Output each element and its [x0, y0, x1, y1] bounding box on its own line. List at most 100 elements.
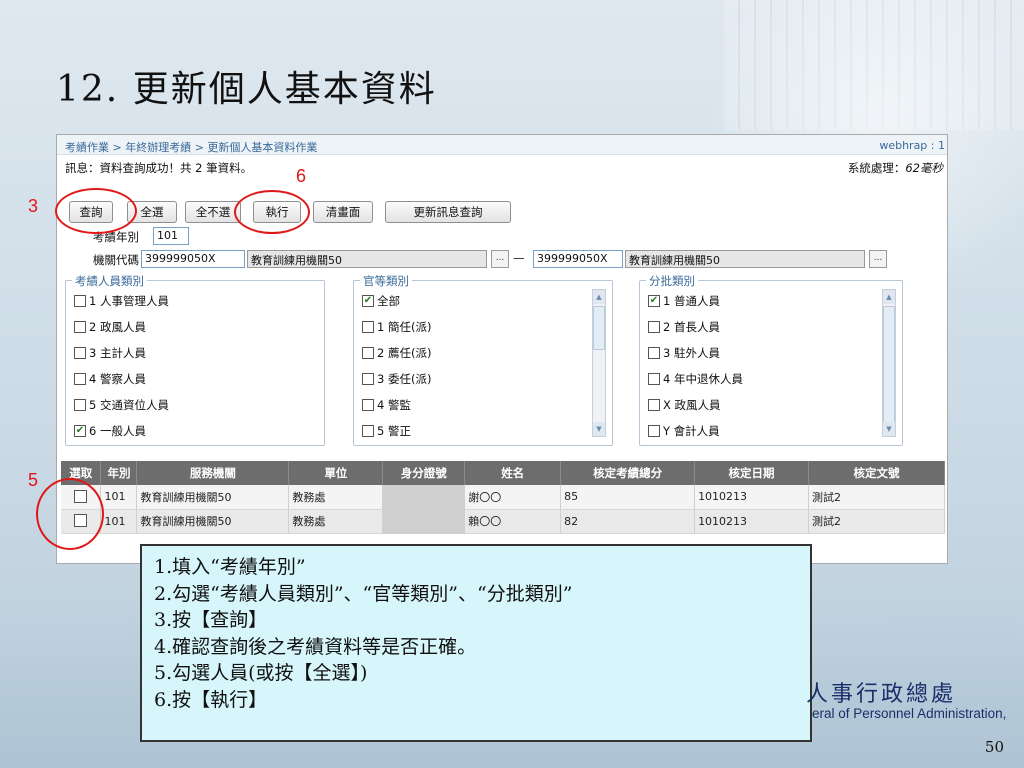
rank-option[interactable]: 5 警正: [362, 424, 411, 440]
option-label: 2 政風人員: [89, 320, 146, 334]
option-label: 4 年中退休人員: [663, 372, 743, 386]
batch-scrollbar[interactable]: ▲ ▼: [882, 289, 896, 437]
batch-option[interactable]: ✔ 1 普通人員: [648, 294, 720, 310]
checkbox-checked-icon[interactable]: ✔: [362, 294, 374, 307]
scroll-thumb[interactable]: [883, 306, 895, 426]
personnel-option[interactable]: 1 人事管理人員: [74, 294, 169, 310]
year-input[interactable]: 101: [153, 227, 189, 245]
rank-option[interactable]: 1 簡任(派): [362, 320, 431, 336]
scroll-down-icon[interactable]: ▼: [883, 422, 895, 436]
app-screenshot: 考績作業 > 年終辦理考績 > 更新個人基本資料作業 webhrap : 1 訊…: [56, 134, 948, 564]
option-label: 2 首長人員: [663, 320, 720, 334]
cell-org: 教育訓練用機關50: [136, 509, 290, 534]
user-label: webhrap : 1: [879, 139, 945, 152]
cell-id-masked: [382, 485, 466, 510]
system-time: 系統處理：62毫秒: [848, 160, 943, 176]
checkbox-icon[interactable]: [74, 346, 86, 359]
col-header-date: 核定日期: [694, 461, 810, 485]
org-from-browse-button[interactable]: ...: [491, 250, 509, 268]
personnel-option[interactable]: 4 警察人員: [74, 372, 146, 388]
batch-option[interactable]: Y 會計人員: [648, 424, 720, 440]
org-name-to-field: 教育訓練用機關50: [625, 250, 865, 268]
batch-option[interactable]: 4 年中退休人員: [648, 372, 743, 388]
personnel-option[interactable]: 3 主計人員: [74, 346, 146, 362]
checkbox-icon[interactable]: [362, 398, 374, 411]
org-code-from-input[interactable]: 399999050X: [141, 250, 245, 268]
checkbox-checked-icon[interactable]: ✔: [74, 424, 86, 437]
checkbox-icon[interactable]: [74, 372, 86, 385]
personnel-option[interactable]: ✔ 6 一般人員: [74, 424, 146, 440]
batch-category-group: 分批類別 ✔ 1 普通人員 2 首長人員 3 駐外人員 4 年中退休人員 X 政風…: [639, 273, 903, 446]
col-header-unit: 單位: [288, 461, 384, 485]
system-time-label: 系統處理：: [847, 161, 906, 175]
cell-score: 85: [560, 485, 696, 510]
step-number-5: 5: [28, 470, 39, 490]
rank-option[interactable]: ✔ 全部: [362, 294, 400, 310]
org-logo-text-zh: 人事行政總處: [806, 682, 957, 707]
checkbox-icon[interactable]: [648, 372, 660, 385]
checkbox-icon[interactable]: [362, 346, 374, 359]
org-code-to-input[interactable]: 399999050X: [533, 250, 623, 268]
option-label: 4 警察人員: [89, 372, 146, 386]
col-header-score: 核定考績總分: [560, 461, 696, 485]
option-label: 全部: [377, 294, 400, 308]
cell-unit: 教務處: [288, 509, 384, 534]
checkbox-checked-icon[interactable]: ✔: [648, 294, 660, 307]
table-row[interactable]: 101 教育訓練用機關50 教務處 賴〇〇 82 1010213 測試2: [61, 509, 945, 534]
scroll-up-icon[interactable]: ▲: [883, 290, 895, 304]
clear-button[interactable]: 清畫面: [313, 201, 373, 223]
checkbox-icon[interactable]: [648, 424, 660, 437]
option-label: 5 警正: [377, 424, 411, 438]
rank-scrollbar[interactable]: ▲ ▼: [592, 289, 606, 437]
table-row[interactable]: 101 教育訓練用機關50 教務處 謝〇〇 85 1010213 測試2: [61, 485, 945, 510]
highlight-circle-query: [55, 188, 137, 234]
page-number: 50: [984, 738, 1004, 756]
checkbox-icon[interactable]: [74, 320, 86, 333]
cell-name: 謝〇〇: [464, 485, 562, 510]
option-label: 5 交通資位人員: [89, 398, 169, 412]
org-logo-text-en: eral of Personnel Administration,: [812, 706, 1007, 721]
message-row: 訊息：資料查詢成功！共 2 筆資料。 系統處理：62毫秒: [57, 155, 947, 177]
batch-option[interactable]: X 政風人員: [648, 398, 721, 414]
checkbox-icon[interactable]: [362, 424, 374, 437]
checkbox-icon[interactable]: [362, 372, 374, 385]
col-header-year: 年別: [100, 461, 138, 485]
scroll-down-icon[interactable]: ▼: [593, 422, 605, 436]
col-header-name: 姓名: [464, 461, 562, 485]
slide-title: 12. 更新個人基本資料: [56, 69, 437, 110]
checkbox-icon[interactable]: [362, 320, 374, 333]
breadcrumb: 考績作業 > 年終辦理考績 > 更新個人基本資料作業 webhrap : 1: [57, 135, 947, 155]
rank-option[interactable]: 4 警監: [362, 398, 411, 414]
batch-option[interactable]: 2 首長人員: [648, 320, 720, 336]
option-label: 1 普通人員: [663, 294, 720, 308]
org-code-label: 機關代碼: [93, 253, 139, 267]
org-to-browse-button[interactable]: ...: [869, 250, 887, 268]
update-message-query-button[interactable]: 更新訊息查詢: [385, 201, 511, 223]
personnel-category-title: 考績人員類別: [72, 273, 147, 289]
option-label: 3 委任(派): [377, 372, 432, 386]
checkbox-icon[interactable]: [74, 294, 86, 307]
org-name-from-field: 教育訓練用機關50: [247, 250, 487, 268]
personnel-category-group: 考績人員類別 1 人事管理人員 2 政風人員 3 主計人員 4 警察人員 5 交…: [65, 273, 325, 446]
scroll-up-icon[interactable]: ▲: [593, 290, 605, 304]
cell-year: 101: [100, 485, 138, 510]
rank-category-title: 官等類別: [360, 273, 412, 289]
deselect-all-button[interactable]: 全不選: [185, 201, 241, 223]
checkbox-icon[interactable]: [74, 398, 86, 411]
scroll-thumb[interactable]: [593, 306, 605, 350]
checkbox-icon[interactable]: [648, 398, 660, 411]
results-table: 選取 年別 服務機關 單位 身分證號 姓名 核定考績總分 核定日期 核定文號 1…: [61, 461, 945, 534]
personnel-option[interactable]: 5 交通資位人員: [74, 398, 169, 414]
checkbox-icon[interactable]: [648, 346, 660, 359]
instruction-step: 1.填入“考績年別”: [154, 556, 306, 578]
breadcrumb-text[interactable]: 考績作業 > 年終辦理考績 > 更新個人基本資料作業: [65, 141, 317, 154]
col-header-doc-no: 核定文號: [808, 461, 945, 485]
cell-date: 1010213: [694, 509, 810, 534]
option-label: X 政風人員: [663, 398, 721, 412]
rank-option[interactable]: 3 委任(派): [362, 372, 431, 388]
batch-option[interactable]: 3 駐外人員: [648, 346, 720, 362]
personnel-option[interactable]: 2 政風人員: [74, 320, 146, 336]
option-label: 1 人事管理人員: [89, 294, 169, 308]
rank-option[interactable]: 2 薦任(派): [362, 346, 431, 362]
checkbox-icon[interactable]: [648, 320, 660, 333]
